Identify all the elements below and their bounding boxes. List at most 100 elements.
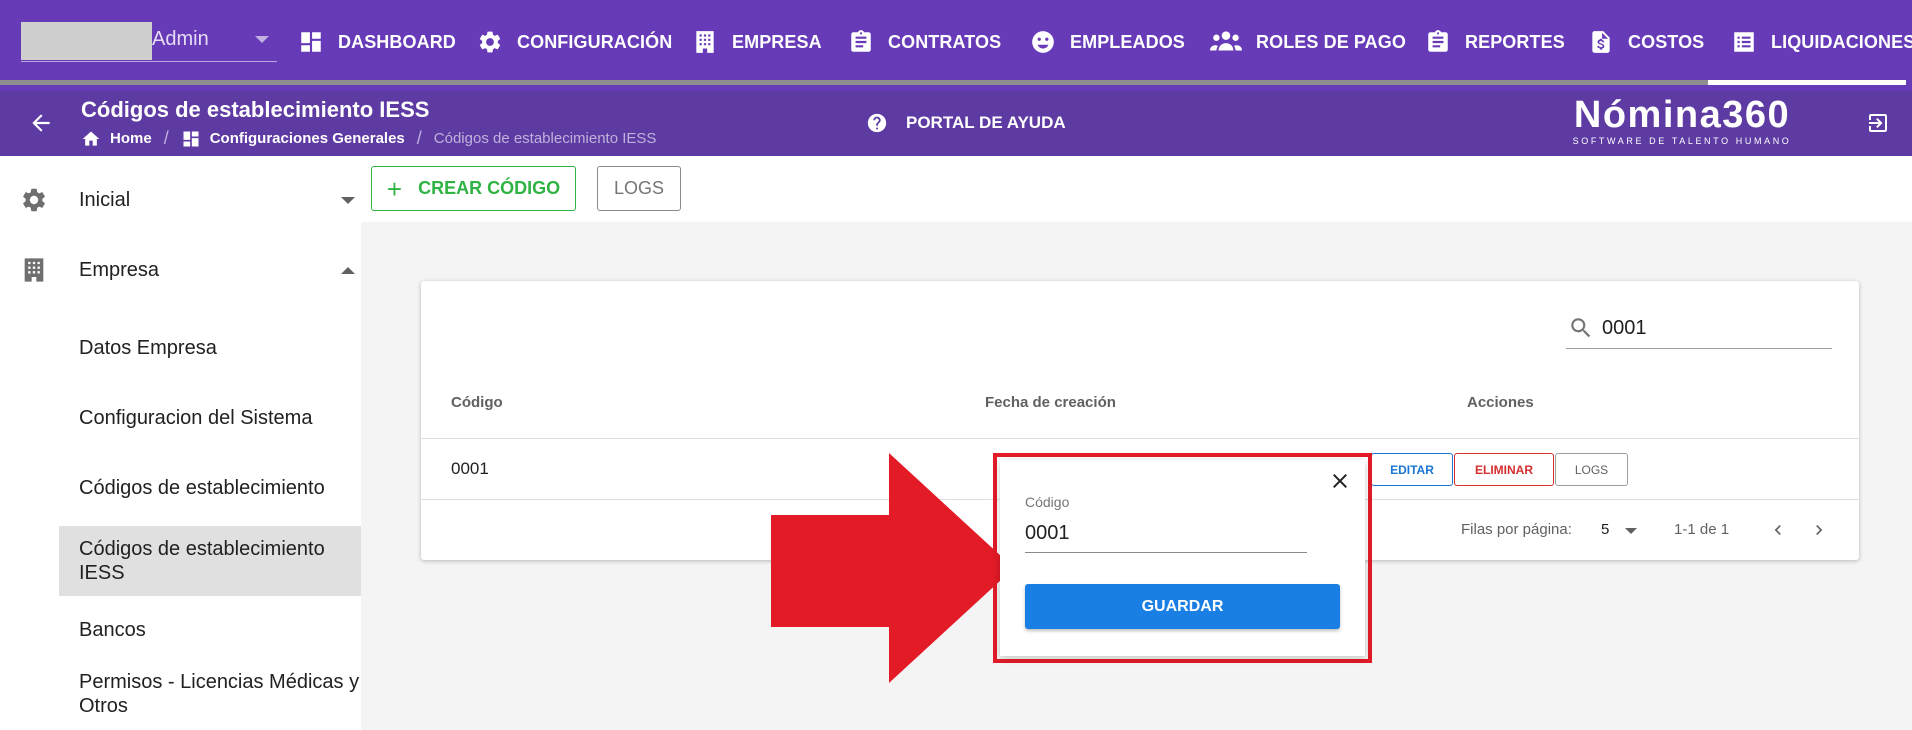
column-header-codigo[interactable]: Código [451, 394, 503, 411]
chevron-down-icon [255, 36, 269, 43]
gear-icon [479, 31, 501, 53]
code-field-label: Código [1025, 494, 1070, 510]
nav-empresa-label: EMPRESA [732, 31, 822, 52]
search-box [1566, 309, 1832, 349]
sidebar-section-label: Inicial [79, 188, 131, 211]
help-circle-icon [867, 113, 887, 133]
nav-roles-de-pago[interactable]: ROLES DE PAGO [1210, 26, 1406, 58]
sidebar-item-datos-empresa[interactable]: Datos Empresa [59, 326, 361, 370]
nav-reportes[interactable]: REPORTES [1425, 26, 1565, 58]
sidebar-section-label: Empresa [79, 258, 160, 281]
building-icon [696, 31, 714, 53]
arrow-left-icon[interactable] [28, 110, 54, 136]
clipboard-icon [1428, 30, 1448, 52]
page-header: Códigos de establecimiento IESS Home / C… [0, 91, 1912, 156]
close-icon[interactable] [1328, 469, 1352, 493]
help-portal-link[interactable]: PORTAL DE AYUDA [866, 112, 1066, 134]
sidebar-item-label: Bancos [79, 619, 146, 641]
building-icon [24, 258, 44, 282]
nav-dashboard-label: DASHBOARD [338, 31, 456, 52]
brand-logo-tagline: SOFTWARE DE TALENTO HUMANO [1572, 136, 1792, 146]
action-toolbar: + CREAR CÓDIGO LOGS [361, 156, 1912, 222]
delete-button[interactable]: ELIMINAR [1454, 453, 1554, 486]
sidebar-section-empresa[interactable]: Empresa [0, 240, 361, 300]
brand-logo: Nómina360 SOFTWARE DE TALENTO HUMANO [1567, 95, 1797, 146]
chevron-left-icon[interactable] [1768, 520, 1788, 540]
edit-code-popup: Código GUARDAR [1000, 460, 1365, 656]
chevron-up-icon [341, 266, 355, 274]
row-divider [421, 438, 1859, 439]
cell-codigo: 0001 [451, 459, 489, 478]
nav-costos[interactable]: COSTOS [1588, 26, 1704, 58]
nav-reportes-label: REPORTES [1465, 31, 1565, 52]
row-logs-button[interactable]: LOGS [1555, 453, 1628, 486]
company-name: Admin [152, 28, 209, 50]
list-icon [1734, 32, 1754, 52]
logs-button[interactable]: LOGS [597, 166, 681, 211]
top-navigation-bar: Admin DASHBOARD CONFIGURACIÓN EMPRESA CO… [0, 0, 1912, 91]
brand-logo-name: Nómina360 [1573, 94, 1791, 136]
column-header-fecha[interactable]: Fecha de creación [985, 394, 1116, 411]
nav-liquidaciones[interactable]: LIQUIDACIONES [1731, 26, 1912, 58]
breadcrumb: Home / Configuraciones Generales / Códig… [81, 128, 656, 149]
sidebar: Inicial Empresa Datos Empresa Configurac… [0, 156, 361, 730]
nav-contratos[interactable]: CONTRATOS [848, 26, 1001, 58]
sidebar-section-inicial[interactable]: Inicial [0, 170, 361, 230]
column-header-acciones: Acciones [1467, 394, 1534, 411]
breadcrumb-current: Códigos de establecimiento IESS [433, 130, 657, 147]
redacted-company-block [21, 22, 152, 60]
nav-empleados-label: EMPLEADOS [1070, 31, 1185, 52]
sidebar-item-bancos[interactable]: Bancos [59, 608, 361, 652]
breadcrumb-separator: / [416, 128, 422, 148]
chevron-down-icon [341, 196, 355, 204]
sidebar-item-configuracion-sistema[interactable]: Configuracion del Sistema [59, 396, 361, 440]
sidebar-item-label: Permisos - Licencias Médicas y Otros [79, 671, 360, 717]
sidebar-item-label: Datos Empresa [79, 337, 217, 359]
search-input[interactable] [1602, 313, 1828, 343]
sidebar-item-permisos-licencias[interactable]: Permisos - Licencias Médicas y Otros [59, 662, 361, 726]
sidebar-item-codigos-establecimiento-iess[interactable]: Códigos de establecimiento IESS [59, 526, 361, 596]
dashboard-icon [183, 131, 199, 146]
nav-empresa[interactable]: EMPRESA [692, 26, 822, 58]
rows-per-page-label: Filas por página: [1461, 521, 1572, 538]
plus-icon: + [386, 173, 403, 204]
nav-empleados[interactable]: EMPLEADOS [1030, 26, 1185, 58]
chevron-right-icon[interactable] [1809, 520, 1829, 540]
nav-dashboard[interactable]: DASHBOARD [298, 26, 456, 58]
nav-scroll-track [0, 80, 1708, 85]
logs-label: LOGS [613, 178, 665, 198]
nav-configuracion-label: CONFIGURACIÓN [517, 31, 673, 52]
search-icon [1571, 318, 1591, 338]
nav-configuracion[interactable]: CONFIGURACIÓN [477, 26, 672, 58]
dollar-document-icon [1592, 31, 1610, 53]
nav-active-indicator [1708, 80, 1906, 85]
gear-icon [23, 188, 45, 212]
code-field[interactable] [1025, 515, 1307, 553]
annotation-arrow [771, 453, 1014, 683]
sidebar-item-label: Códigos de establecimiento [79, 477, 325, 499]
breadcrumb-section[interactable]: Configuraciones Generales [210, 130, 405, 147]
page-title: Códigos de establecimiento IESS [81, 97, 430, 122]
chevron-down-icon[interactable] [1625, 528, 1637, 534]
sidebar-item-label: Configuracion del Sistema [79, 407, 313, 429]
clipboard-icon [851, 30, 871, 52]
rows-per-page-select[interactable]: 5 [1601, 521, 1609, 538]
save-button[interactable]: GUARDAR [1025, 584, 1340, 629]
sidebar-item-label: Códigos de establecimiento IESS [79, 538, 325, 584]
breadcrumb-separator: / [163, 128, 169, 148]
nav-contratos-label: CONTRATOS [888, 31, 1002, 52]
dashboard-icon [301, 32, 321, 52]
group-icon [1210, 31, 1242, 51]
help-portal-label: PORTAL DE AYUDA [906, 113, 1066, 132]
logout-icon[interactable] [1866, 111, 1890, 135]
home-icon [82, 131, 100, 146]
breadcrumb-home[interactable]: Home [110, 130, 152, 147]
edit-button[interactable]: EDITAR [1371, 453, 1453, 486]
create-code-button[interactable]: + CREAR CÓDIGO [371, 166, 576, 211]
face-icon [1032, 31, 1054, 53]
nav-roles-de-pago-label: ROLES DE PAGO [1256, 31, 1406, 52]
company-selector[interactable]: Admin [21, 20, 277, 62]
nav-liquidaciones-label: LIQUIDACIONES [1771, 31, 1912, 52]
create-code-label: CREAR CÓDIGO [418, 178, 561, 198]
sidebar-item-codigos-establecimiento[interactable]: Códigos de establecimiento [59, 466, 361, 510]
